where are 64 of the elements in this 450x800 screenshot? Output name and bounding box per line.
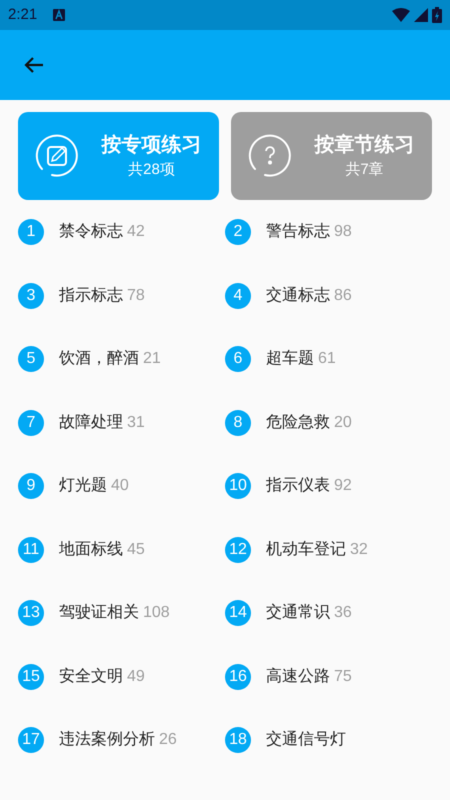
topic-name[interactable]: 高速公路 (266, 664, 330, 688)
topic-name[interactable]: 超车题 (266, 347, 314, 371)
number-badge: 3 (18, 282, 44, 308)
question-count: 49 (127, 666, 145, 686)
status-time: 2:21 (8, 4, 38, 25)
number-badge: 12 (225, 536, 251, 562)
battery-icon (432, 7, 442, 23)
question-count: 61 (318, 349, 336, 369)
topic-name[interactable]: 饮酒，醉酒 (59, 347, 139, 371)
number-badge: 8 (225, 410, 251, 436)
number-badge: 17 (18, 727, 44, 753)
question-count: 98 (334, 222, 352, 242)
number-badge: 14 (225, 600, 251, 626)
topic-name[interactable]: 交通标志 (266, 284, 330, 308)
number-badge: 15 (18, 664, 44, 690)
mode-count: 共28项 (128, 160, 175, 180)
number-badge: 4 (225, 282, 251, 308)
question-count: 31 (127, 412, 145, 432)
topic-name[interactable]: 驾驶证相关 (59, 601, 139, 625)
topic-name[interactable]: 违法案例分析 (59, 728, 155, 752)
pencil-note-icon (34, 133, 80, 179)
topic-name[interactable]: 交通信号灯 (266, 728, 346, 752)
question-count: 20 (334, 412, 352, 432)
topic-name[interactable]: 安全文明 (59, 664, 123, 688)
signal-icon (414, 8, 428, 22)
topic-name[interactable]: 灯光题 (59, 474, 107, 498)
topic-name[interactable]: 地面标线 (59, 538, 123, 562)
question-count: 45 (127, 540, 145, 560)
number-badge: 11 (18, 536, 44, 562)
question-icon (247, 133, 293, 179)
topic-name[interactable]: 指示仪表 (266, 474, 330, 498)
question-count: 36 (334, 603, 352, 623)
question-count: 32 (350, 540, 368, 560)
question-count: 40 (111, 476, 129, 496)
number-badge: 1 (18, 219, 44, 245)
topic-name[interactable]: 危险急救 (266, 410, 330, 434)
question-count: 42 (127, 222, 145, 242)
number-badge: 7 (18, 410, 44, 436)
mode-title: 按章节练习 (314, 132, 414, 158)
wifi-icon (392, 8, 410, 22)
number-badge: 9 (18, 473, 44, 499)
number-badge: 18 (225, 727, 251, 753)
number-badge: 13 (18, 600, 44, 626)
number-badge: 10 (225, 473, 251, 499)
topic-name[interactable]: 禁令标志 (59, 220, 123, 244)
mode-count: 共7章 (345, 160, 384, 180)
question-count: 108 (143, 603, 170, 623)
number-badge: 16 (225, 664, 251, 690)
question-count: 75 (334, 666, 352, 686)
question-count: 92 (334, 476, 352, 496)
topic-name[interactable]: 故障处理 (59, 410, 123, 434)
topic-name[interactable]: 机动车登记 (266, 538, 346, 562)
topic-name[interactable]: 警告标志 (266, 220, 330, 244)
mode-title: 按专项练习 (102, 133, 202, 158)
number-badge: 2 (225, 219, 251, 245)
number-badge: 6 (225, 346, 251, 372)
number-badge: 5 (18, 346, 44, 372)
question-count: 21 (143, 349, 161, 369)
notification-icon (53, 9, 66, 21)
topic-name[interactable]: 交通常识 (266, 601, 330, 625)
question-count: 78 (127, 286, 145, 306)
topic-name[interactable]: 指示标志 (59, 284, 123, 308)
question-count: 86 (334, 286, 352, 306)
question-count: 26 (159, 730, 177, 750)
